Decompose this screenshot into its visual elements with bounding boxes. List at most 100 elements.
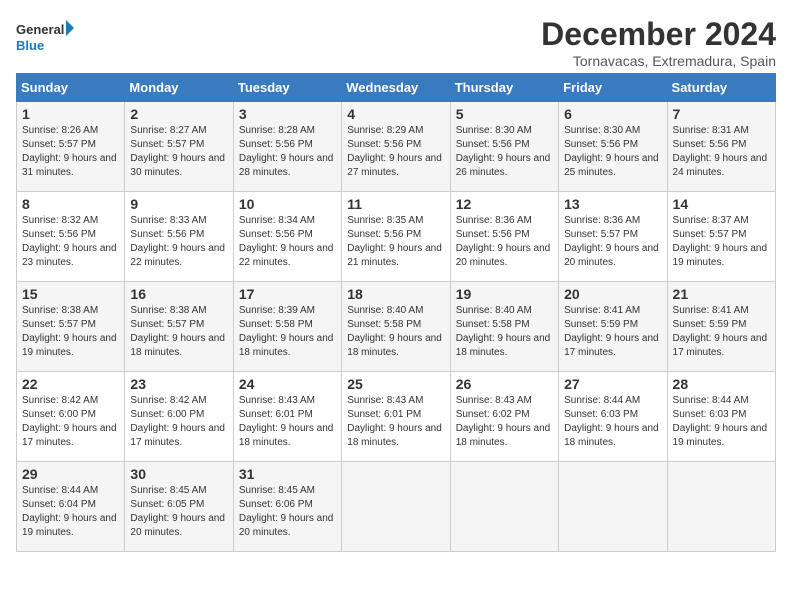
cell-info: Sunrise: 8:33 AMSunset: 5:56 PMDaylight:…: [130, 215, 225, 268]
calendar-cell: [559, 462, 667, 552]
svg-text:General: General: [16, 22, 64, 37]
cell-info: Sunrise: 8:30 AMSunset: 5:56 PMDaylight:…: [456, 125, 551, 178]
day-number: 7: [673, 106, 770, 122]
calendar-cell: 14 Sunrise: 8:37 AMSunset: 5:57 PMDaylig…: [667, 192, 775, 282]
calendar-cell: 2 Sunrise: 8:27 AMSunset: 5:57 PMDayligh…: [125, 102, 233, 192]
header-tuesday: Tuesday: [233, 74, 341, 102]
calendar-cell: 7 Sunrise: 8:31 AMSunset: 5:56 PMDayligh…: [667, 102, 775, 192]
calendar-cell: 20 Sunrise: 8:41 AMSunset: 5:59 PMDaylig…: [559, 282, 667, 372]
day-number: 15: [22, 286, 119, 302]
day-number: 4: [347, 106, 444, 122]
cell-info: Sunrise: 8:39 AMSunset: 5:58 PMDaylight:…: [239, 305, 334, 358]
day-number: 17: [239, 286, 336, 302]
day-number: 6: [564, 106, 661, 122]
cell-info: Sunrise: 8:31 AMSunset: 5:56 PMDaylight:…: [673, 125, 768, 178]
cell-info: Sunrise: 8:44 AMSunset: 6:03 PMDaylight:…: [673, 395, 768, 448]
day-number: 20: [564, 286, 661, 302]
day-number: 24: [239, 376, 336, 392]
calendar-cell: 5 Sunrise: 8:30 AMSunset: 5:56 PMDayligh…: [450, 102, 558, 192]
cell-info: Sunrise: 8:45 AMSunset: 6:06 PMDaylight:…: [239, 485, 334, 538]
day-number: 31: [239, 466, 336, 482]
cell-info: Sunrise: 8:38 AMSunset: 5:57 PMDaylight:…: [130, 305, 225, 358]
day-number: 18: [347, 286, 444, 302]
cell-info: Sunrise: 8:28 AMSunset: 5:56 PMDaylight:…: [239, 125, 334, 178]
calendar-cell: 26 Sunrise: 8:43 AMSunset: 6:02 PMDaylig…: [450, 372, 558, 462]
cell-info: Sunrise: 8:37 AMSunset: 5:57 PMDaylight:…: [673, 215, 768, 268]
calendar-cell: 8 Sunrise: 8:32 AMSunset: 5:56 PMDayligh…: [17, 192, 125, 282]
cell-info: Sunrise: 8:40 AMSunset: 5:58 PMDaylight:…: [347, 305, 442, 358]
calendar-cell: 28 Sunrise: 8:44 AMSunset: 6:03 PMDaylig…: [667, 372, 775, 462]
day-number: 19: [456, 286, 553, 302]
page-subtitle: Tornavacas, Extremadura, Spain: [541, 53, 776, 69]
calendar-header: SundayMondayTuesdayWednesdayThursdayFrid…: [17, 74, 776, 102]
calendar-cell: 13 Sunrise: 8:36 AMSunset: 5:57 PMDaylig…: [559, 192, 667, 282]
logo-svg: General Blue: [16, 16, 76, 60]
logo: General Blue: [16, 16, 76, 60]
calendar-cell: 1 Sunrise: 8:26 AMSunset: 5:57 PMDayligh…: [17, 102, 125, 192]
cell-info: Sunrise: 8:34 AMSunset: 5:56 PMDaylight:…: [239, 215, 334, 268]
calendar-cell: 22 Sunrise: 8:42 AMSunset: 6:00 PMDaylig…: [17, 372, 125, 462]
calendar-cell: [450, 462, 558, 552]
day-number: 16: [130, 286, 227, 302]
calendar-cell: [342, 462, 450, 552]
day-number: 22: [22, 376, 119, 392]
cell-info: Sunrise: 8:29 AMSunset: 5:56 PMDaylight:…: [347, 125, 442, 178]
calendar-cell: 31 Sunrise: 8:45 AMSunset: 6:06 PMDaylig…: [233, 462, 341, 552]
day-number: 10: [239, 196, 336, 212]
cell-info: Sunrise: 8:41 AMSunset: 5:59 PMDaylight:…: [673, 305, 768, 358]
calendar-cell: 25 Sunrise: 8:43 AMSunset: 6:01 PMDaylig…: [342, 372, 450, 462]
calendar-cell: 18 Sunrise: 8:40 AMSunset: 5:58 PMDaylig…: [342, 282, 450, 372]
calendar-cell: 9 Sunrise: 8:33 AMSunset: 5:56 PMDayligh…: [125, 192, 233, 282]
cell-info: Sunrise: 8:35 AMSunset: 5:56 PMDaylight:…: [347, 215, 442, 268]
calendar-cell: [667, 462, 775, 552]
header-sunday: Sunday: [17, 74, 125, 102]
cell-info: Sunrise: 8:42 AMSunset: 6:00 PMDaylight:…: [130, 395, 225, 448]
cell-info: Sunrise: 8:40 AMSunset: 5:58 PMDaylight:…: [456, 305, 551, 358]
calendar-cell: 12 Sunrise: 8:36 AMSunset: 5:56 PMDaylig…: [450, 192, 558, 282]
calendar-cell: 3 Sunrise: 8:28 AMSunset: 5:56 PMDayligh…: [233, 102, 341, 192]
day-number: 21: [673, 286, 770, 302]
day-number: 1: [22, 106, 119, 122]
page-header: General Blue December 2024 Tornavacas, E…: [16, 16, 776, 69]
calendar-cell: 24 Sunrise: 8:43 AMSunset: 6:01 PMDaylig…: [233, 372, 341, 462]
cell-info: Sunrise: 8:36 AMSunset: 5:56 PMDaylight:…: [456, 215, 551, 268]
day-number: 30: [130, 466, 227, 482]
calendar-cell: 15 Sunrise: 8:38 AMSunset: 5:57 PMDaylig…: [17, 282, 125, 372]
calendar-cell: 29 Sunrise: 8:44 AMSunset: 6:04 PMDaylig…: [17, 462, 125, 552]
header-friday: Friday: [559, 74, 667, 102]
header-wednesday: Wednesday: [342, 74, 450, 102]
day-number: 28: [673, 376, 770, 392]
day-number: 9: [130, 196, 227, 212]
day-number: 11: [347, 196, 444, 212]
header-saturday: Saturday: [667, 74, 775, 102]
cell-info: Sunrise: 8:45 AMSunset: 6:05 PMDaylight:…: [130, 485, 225, 538]
calendar-cell: 10 Sunrise: 8:34 AMSunset: 5:56 PMDaylig…: [233, 192, 341, 282]
cell-info: Sunrise: 8:42 AMSunset: 6:00 PMDaylight:…: [22, 395, 117, 448]
calendar-cell: 23 Sunrise: 8:42 AMSunset: 6:00 PMDaylig…: [125, 372, 233, 462]
cell-info: Sunrise: 8:43 AMSunset: 6:02 PMDaylight:…: [456, 395, 551, 448]
cell-info: Sunrise: 8:27 AMSunset: 5:57 PMDaylight:…: [130, 125, 225, 178]
cell-info: Sunrise: 8:44 AMSunset: 6:03 PMDaylight:…: [564, 395, 659, 448]
day-number: 14: [673, 196, 770, 212]
cell-info: Sunrise: 8:43 AMSunset: 6:01 PMDaylight:…: [347, 395, 442, 448]
title-area: December 2024 Tornavacas, Extremadura, S…: [541, 16, 776, 69]
day-number: 5: [456, 106, 553, 122]
day-number: 2: [130, 106, 227, 122]
day-number: 25: [347, 376, 444, 392]
day-number: 12: [456, 196, 553, 212]
calendar-cell: 4 Sunrise: 8:29 AMSunset: 5:56 PMDayligh…: [342, 102, 450, 192]
day-number: 8: [22, 196, 119, 212]
header-thursday: Thursday: [450, 74, 558, 102]
cell-info: Sunrise: 8:44 AMSunset: 6:04 PMDaylight:…: [22, 485, 117, 538]
day-number: 27: [564, 376, 661, 392]
calendar-cell: 16 Sunrise: 8:38 AMSunset: 5:57 PMDaylig…: [125, 282, 233, 372]
calendar-cell: 17 Sunrise: 8:39 AMSunset: 5:58 PMDaylig…: [233, 282, 341, 372]
day-number: 23: [130, 376, 227, 392]
cell-info: Sunrise: 8:43 AMSunset: 6:01 PMDaylight:…: [239, 395, 334, 448]
day-number: 13: [564, 196, 661, 212]
calendar-cell: 21 Sunrise: 8:41 AMSunset: 5:59 PMDaylig…: [667, 282, 775, 372]
day-number: 3: [239, 106, 336, 122]
calendar-cell: 6 Sunrise: 8:30 AMSunset: 5:56 PMDayligh…: [559, 102, 667, 192]
calendar-cell: 27 Sunrise: 8:44 AMSunset: 6:03 PMDaylig…: [559, 372, 667, 462]
cell-info: Sunrise: 8:38 AMSunset: 5:57 PMDaylight:…: [22, 305, 117, 358]
